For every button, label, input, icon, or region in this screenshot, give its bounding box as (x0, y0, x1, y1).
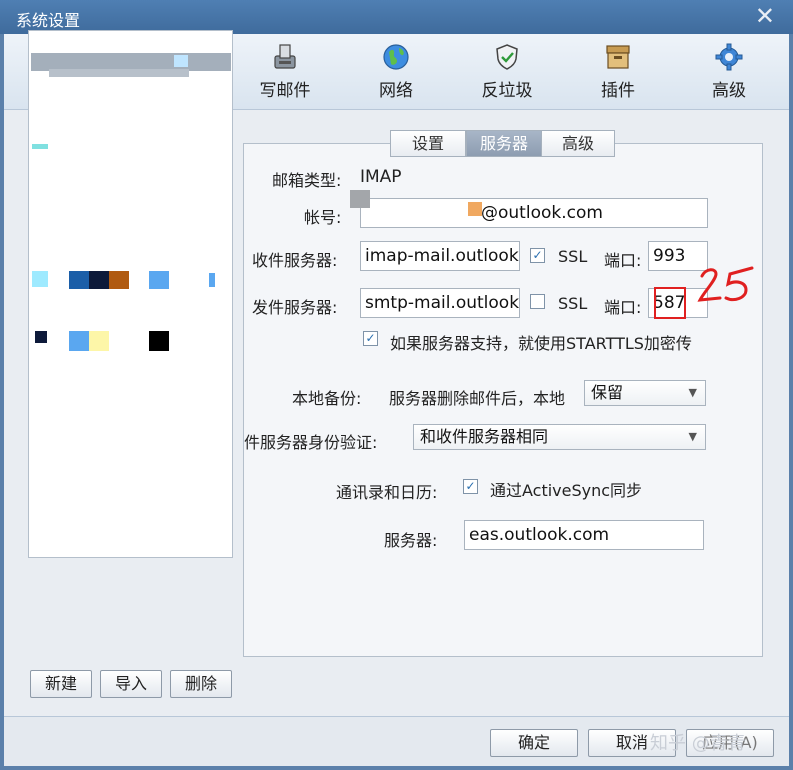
toolbar-label: 写邮件 (259, 81, 311, 101)
plugin-icon (606, 45, 630, 69)
starttls-checkbox[interactable]: ✓ (363, 331, 378, 346)
obscured-account-item (32, 271, 48, 287)
incoming-ssl-checkbox[interactable]: ✓ (530, 248, 545, 263)
tab-advanced[interactable]: 高级 (541, 130, 615, 157)
outgoing-server-field[interactable]: smtp-mail.outlook (360, 288, 520, 318)
toolbar-label: 网络 (379, 81, 413, 101)
advanced-icon (715, 43, 743, 71)
starttls-label: 如果服务器支持，就使用STARTTLS加密传 (390, 334, 692, 353)
close-icon[interactable]: ✕ (755, 2, 775, 30)
toolbar-label: 高级 (712, 81, 746, 101)
delete-account-button[interactable]: 删除 (170, 670, 232, 698)
mailbox-type-value: IMAP (360, 167, 402, 187)
obscured-account-item (89, 331, 109, 351)
mailbox-type-label: 邮箱类型: (272, 171, 342, 190)
handwritten-annotation (697, 266, 754, 302)
obscured-account-item (69, 331, 89, 351)
obscured-account-item (149, 271, 169, 289)
network-icon (383, 44, 409, 70)
activesync-label: 通过ActiveSync同步 (490, 481, 643, 500)
toolbar-item-compose[interactable]: 写邮件 (230, 38, 340, 102)
compose-icon (274, 44, 296, 69)
obscured-account-item (209, 273, 215, 287)
toolbar-item-advanced[interactable]: 高级 (674, 38, 784, 102)
tab-server[interactable]: 服务器 (466, 130, 542, 157)
obscured-account-name (468, 202, 482, 216)
obscured-account-item (149, 331, 169, 351)
outgoing-port-label: 端口: (604, 298, 642, 317)
settings-window: 系统设置 ✕ 常用 帐号 写邮件 (0, 0, 793, 770)
toolbar-label: 反垃圾 (481, 81, 533, 101)
toolbar-item-plugin[interactable]: 插件 (563, 38, 673, 102)
window-title: 系统设置 (16, 11, 81, 30)
eas-server-label: 服务器: (384, 531, 438, 550)
ok-button[interactable]: 确定 (490, 729, 578, 757)
outgoing-ssl-checkbox[interactable] (530, 294, 545, 309)
obscured-account-item (89, 271, 109, 289)
obscured-account-item (32, 144, 48, 149)
incoming-server-label: 收件服务器: (252, 251, 338, 270)
local-backup-value: 保留 (591, 383, 624, 402)
incoming-server-field[interactable]: imap-mail.outlook (360, 241, 520, 271)
obscured-account-item (35, 331, 47, 343)
tab-settings[interactable]: 设置 (390, 130, 466, 157)
obscured-account-name (174, 55, 188, 67)
highlight-box (654, 287, 686, 319)
smtp-auth-value: 和收件服务器相同 (420, 427, 549, 446)
new-account-button[interactable]: 新建 (30, 670, 92, 698)
activesync-checkbox[interactable]: ✓ (463, 479, 478, 494)
incoming-port-label: 端口: (604, 251, 642, 270)
antispam-icon (496, 44, 518, 70)
local-backup-desc: 服务器删除邮件后，本地 (389, 389, 566, 408)
contacts-calendar-label: 通讯录和日历: (336, 483, 438, 502)
local-backup-label: 本地备份: (292, 389, 362, 408)
incoming-ssl-label: SSL (558, 247, 588, 266)
account-list[interactable] (28, 30, 233, 558)
smtp-auth-label: 件服务器身份验证: (244, 433, 378, 452)
account-label: 帐号: (304, 208, 342, 227)
obscured-account-name (49, 69, 189, 77)
smtp-auth-select[interactable]: 和收件服务器相同 ▼ (413, 424, 706, 450)
obscured-account-item (69, 271, 89, 289)
import-account-button[interactable]: 导入 (100, 670, 162, 698)
eas-server-field[interactable]: eas.outlook.com (464, 520, 704, 550)
outgoing-ssl-label: SSL (558, 294, 588, 313)
toolbar-item-antispam[interactable]: 反垃圾 (452, 38, 562, 102)
chevron-down-icon: ▼ (688, 386, 697, 399)
watermark: 知乎 @青青 (650, 733, 746, 754)
obscured-account-item (109, 271, 129, 289)
outgoing-server-label: 发件服务器: (252, 298, 338, 317)
title-bar: 系统设置 ✕ (0, 0, 793, 34)
toolbar-label: 插件 (601, 81, 635, 101)
toolbar-item-network[interactable]: 网络 (341, 38, 451, 102)
local-backup-select[interactable]: 保留 ▼ (584, 380, 706, 406)
account-field[interactable]: @outlook.com (360, 198, 708, 228)
chevron-down-icon: ▼ (688, 430, 697, 443)
obscured-account-name (350, 190, 370, 208)
